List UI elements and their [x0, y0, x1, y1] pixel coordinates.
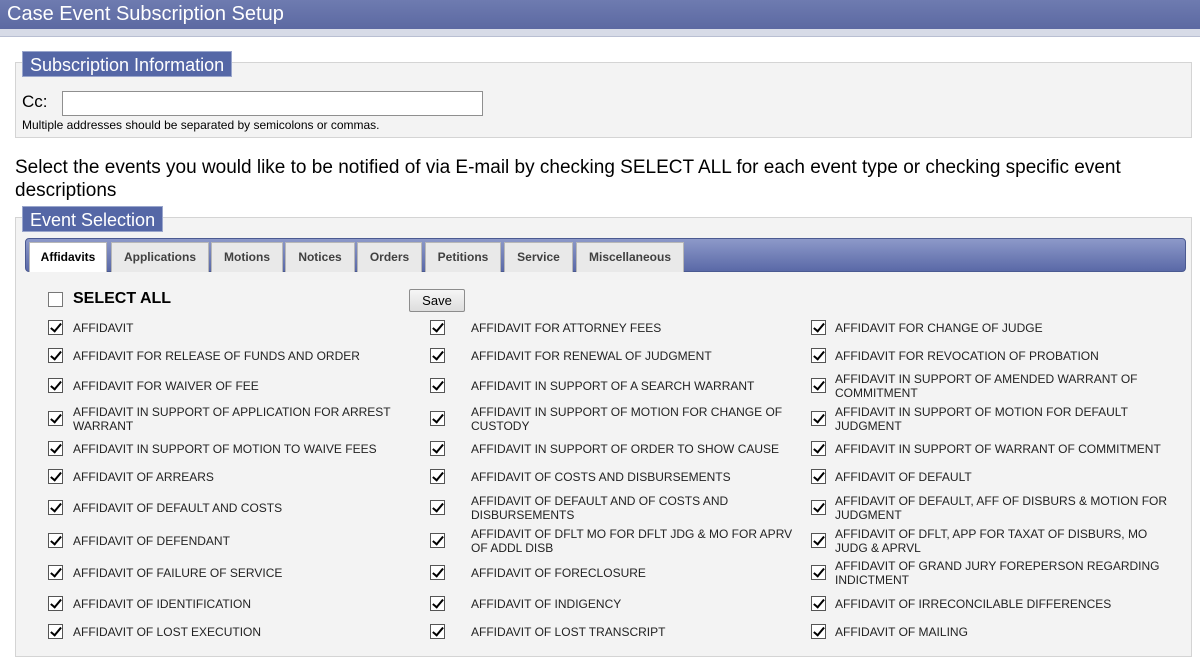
tab-notices[interactable]: Notices [285, 242, 355, 272]
event-label: AFFIDAVIT OF DFLT, APP FOR TAXAT OF DISB… [835, 527, 1148, 555]
event-checkbox[interactable] [430, 441, 445, 456]
event-label: AFFIDAVIT OF MAILING [835, 625, 968, 639]
event-checkbox[interactable] [430, 533, 445, 548]
event-checkbox[interactable] [48, 320, 63, 335]
event-checkbox[interactable] [430, 500, 445, 515]
event-label: AFFIDAVIT OF DEFENDANT [73, 534, 230, 548]
save-button[interactable]: Save [409, 289, 465, 312]
event-checkbox[interactable] [811, 348, 826, 363]
event-checkbox[interactable] [430, 320, 445, 335]
event-checkbox[interactable] [430, 411, 445, 426]
event-label: AFFIDAVIT OF COSTS AND DISBURSEMENTS [471, 470, 731, 484]
select-all-checkbox[interactable] [48, 292, 63, 307]
event-label: AFFIDAVIT FOR ATTORNEY FEES [471, 321, 662, 335]
event-label: AFFIDAVIT OF ARREARS [73, 470, 214, 484]
event-label: AFFIDAVIT FOR CHANGE OF JUDGE [835, 321, 1043, 335]
event-checkbox[interactable] [430, 565, 445, 580]
tab-applications[interactable]: Applications [111, 242, 209, 272]
event-label: AFFIDAVIT OF GRAND JURY FOREPERSON REGAR… [835, 559, 1160, 587]
event-checkbox[interactable] [811, 320, 826, 335]
event-label: AFFIDAVIT OF IDENTIFICATION [73, 597, 252, 611]
event-label: AFFIDAVIT OF DEFAULT AND OF COSTS AND DI… [471, 494, 729, 522]
instructions-text: Select the events you would like to be n… [15, 157, 1121, 201]
event-label: AFFIDAVIT IN SUPPORT OF WARRANT OF COMMI… [835, 442, 1161, 456]
event-checkbox[interactable] [430, 596, 445, 611]
event-label: AFFIDAVIT [73, 321, 134, 335]
tab-miscellaneous[interactable]: Miscellaneous [576, 242, 684, 272]
event-checkbox[interactable] [430, 348, 445, 363]
event-checkbox[interactable] [430, 378, 445, 393]
event-checkbox[interactable] [48, 348, 63, 363]
event-checkbox[interactable] [811, 411, 826, 426]
event-checkbox[interactable] [430, 624, 445, 639]
event-checkbox[interactable] [48, 411, 63, 426]
event-label: AFFIDAVIT IN SUPPORT OF MOTION FOR DEFAU… [835, 405, 1128, 433]
event-label: AFFIDAVIT OF DEFAULT [835, 470, 972, 484]
event-label: AFFIDAVIT FOR WAIVER OF FEE [73, 379, 259, 393]
event-checkbox[interactable] [811, 565, 826, 580]
event-label: AFFIDAVIT OF LOST TRANSCRIPT [471, 625, 666, 639]
tab-service[interactable]: Service [504, 242, 573, 272]
tab-orders[interactable]: Orders [357, 242, 422, 272]
event-checkbox[interactable] [48, 596, 63, 611]
event-label: AFFIDAVIT OF DEFAULT AND COSTS [73, 501, 283, 515]
event-checkbox[interactable] [48, 500, 63, 515]
tab-affidavits[interactable]: Affidavits [29, 242, 107, 272]
event-label: AFFIDAVIT OF INDIGENCY [471, 597, 622, 611]
event-label: AFFIDAVIT FOR RENEWAL OF JUDGMENT [471, 349, 712, 363]
event-checkbox[interactable] [430, 469, 445, 484]
event-label: AFFIDAVIT OF IRRECONCILABLE DIFFERENCES [835, 597, 1112, 611]
subscription-legend: Subscription Information [22, 51, 233, 77]
event-label: AFFIDAVIT IN SUPPORT OF ORDER TO SHOW CA… [471, 442, 780, 456]
event-label: AFFIDAVIT IN SUPPORT OF MOTION TO WAIVE … [73, 442, 377, 456]
event-label: AFFIDAVIT IN SUPPORT OF APPLICATION FOR … [73, 405, 391, 433]
event-label: AFFIDAVIT IN SUPPORT OF A SEARCH WARRANT [471, 379, 755, 393]
event-checkbox[interactable] [48, 624, 63, 639]
cc-input[interactable] [62, 91, 483, 116]
tab-motions[interactable]: Motions [211, 242, 283, 272]
event-checkbox[interactable] [811, 596, 826, 611]
event-checkbox[interactable] [48, 533, 63, 548]
select-all-label: SELECT ALL [73, 290, 172, 307]
event-label: AFFIDAVIT FOR RELEASE OF FUNDS AND ORDER [73, 349, 360, 363]
cc-label: Cc: [22, 92, 48, 111]
event-label: AFFIDAVIT OF FORECLOSURE [471, 566, 646, 580]
event-label: AFFIDAVIT OF FAILURE OF SERVICE [73, 566, 283, 580]
event-checkbox[interactable] [811, 500, 826, 515]
event-checkbox[interactable] [48, 469, 63, 484]
title-divider [0, 29, 1200, 37]
event-checkbox[interactable] [811, 533, 826, 548]
event-checkbox[interactable] [48, 441, 63, 456]
event-label: AFFIDAVIT OF LOST EXECUTION [73, 625, 262, 639]
page-title: Case Event Subscription Setup [0, 0, 1200, 29]
event-label: AFFIDAVIT FOR REVOCATION OF PROBATION [835, 349, 1099, 363]
event-checkbox[interactable] [811, 441, 826, 456]
event-checkbox[interactable] [811, 469, 826, 484]
cc-hint: Multiple addresses should be separated b… [22, 118, 380, 132]
event-label: AFFIDAVIT OF DFLT MO FOR DFLT JDG & MO F… [471, 527, 793, 555]
event-selection-panel [15, 217, 1192, 657]
tab-petitions[interactable]: Petitions [425, 242, 501, 272]
event-checkbox[interactable] [48, 378, 63, 393]
event-checkbox[interactable] [48, 565, 63, 580]
event-selection-legend: Event Selection [22, 206, 164, 232]
event-label: AFFIDAVIT IN SUPPORT OF MOTION FOR CHANG… [471, 405, 783, 433]
event-label: AFFIDAVIT OF DEFAULT, AFF OF DISBURS & M… [835, 494, 1168, 522]
event-label: AFFIDAVIT IN SUPPORT OF AMENDED WARRANT … [835, 372, 1138, 400]
event-checkbox[interactable] [811, 624, 826, 639]
event-checkbox[interactable] [811, 378, 826, 393]
